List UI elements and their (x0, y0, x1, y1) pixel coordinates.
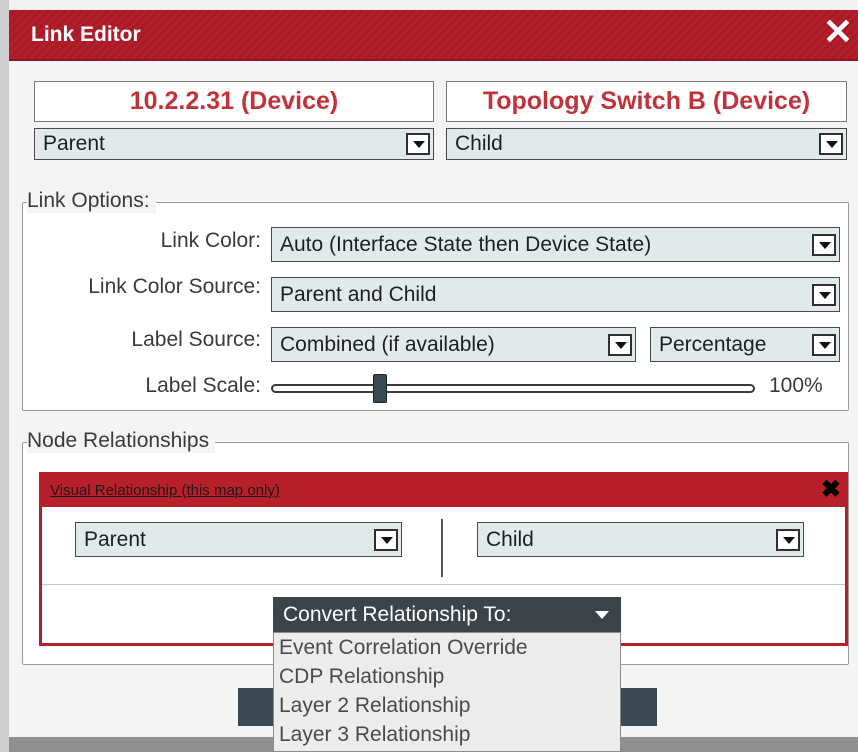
chevron-down-icon (595, 611, 609, 619)
dropdown-arrow-icon (776, 528, 800, 551)
dropdown-arrow-icon (819, 133, 843, 155)
dialog-title: Link Editor (31, 23, 141, 46)
menu-item-layer-3-relationship[interactable]: Layer 3 Relationship (274, 720, 620, 749)
node-relationships-legend: Node Relationships (27, 429, 216, 453)
label-source-select[interactable]: Combined (if available) (271, 327, 636, 362)
relationship-child-value: Child (486, 527, 534, 551)
label-scale-value: 100% (769, 374, 823, 397)
label-source-type-value: Percentage (659, 332, 767, 356)
link-color-select[interactable]: Auto (Interface State then Device State) (271, 227, 840, 262)
link-color-source-select[interactable]: Parent and Child (271, 277, 840, 312)
menu-item-event-correlation-override[interactable]: Event Correlation Override (274, 633, 620, 662)
convert-relationship-menu: Event Correlation Override CDP Relations… (273, 632, 621, 752)
label-scale-label: Label Scale: (145, 374, 261, 397)
dialog-titlebar: Link Editor ✕ (9, 10, 858, 61)
label-source-type-select[interactable]: Percentage (650, 327, 840, 362)
label-source-label: Label Source: (131, 328, 261, 351)
dropdown-arrow-icon (608, 333, 632, 356)
dropdown-arrow-icon (812, 233, 836, 256)
link-color-source-value: Parent and Child (280, 282, 437, 306)
child-role-select[interactable]: Child (446, 128, 847, 160)
dropdown-arrow-icon (812, 283, 836, 306)
link-color-value: Auto (Interface State then Device State) (280, 232, 652, 256)
parent-role-value: Parent (43, 132, 105, 155)
visual-relationship-link[interactable]: Visual Relationship (this map only) (50, 482, 280, 499)
label-scale-slider-track[interactable] (271, 384, 755, 393)
relationship-parent-value: Parent (84, 527, 146, 551)
remove-relationship-icon[interactable]: ✖ (821, 478, 841, 502)
dropdown-arrow-icon (406, 133, 430, 155)
link-color-label: Link Color: (160, 229, 261, 252)
child-device-name: Topology Switch B (Device) (446, 81, 847, 122)
dialog-action-button-left[interactable] (238, 688, 278, 726)
close-icon[interactable]: ✕ (822, 14, 854, 50)
relationship-separator (42, 584, 845, 585)
dropdown-arrow-icon (812, 333, 836, 356)
visual-relationship-header: Visual Relationship (this map only) ✖ (42, 475, 845, 507)
convert-relationship-button[interactable]: Convert Relationship To: (273, 597, 621, 632)
label-source-value: Combined (if available) (280, 332, 495, 356)
parent-role-select[interactable]: Parent (34, 128, 434, 160)
relationship-divider (441, 519, 443, 577)
relationship-child-select[interactable]: Child (477, 522, 804, 557)
dialog-content: 10.2.2.31 (Device) Topology Switch B (De… (9, 61, 858, 752)
convert-relationship-label: Convert Relationship To: (283, 603, 512, 626)
dialog-action-button-right[interactable] (615, 688, 657, 726)
link-options-legend: Link Options: (27, 189, 156, 213)
child-role-value: Child (455, 132, 503, 155)
menu-item-layer-2-relationship[interactable]: Layer 2 Relationship (274, 691, 620, 720)
label-scale-slider-handle[interactable] (373, 374, 387, 403)
dropdown-arrow-icon (374, 528, 398, 551)
menu-item-cdp-relationship[interactable]: CDP Relationship (274, 662, 620, 691)
parent-device-name: 10.2.2.31 (Device) (34, 81, 434, 122)
relationship-parent-select[interactable]: Parent (75, 522, 402, 557)
link-editor-dialog: Link Editor ✕ 10.2.2.31 (Device) Topolog… (0, 0, 858, 752)
link-color-source-label: Link Color Source: (88, 275, 261, 298)
